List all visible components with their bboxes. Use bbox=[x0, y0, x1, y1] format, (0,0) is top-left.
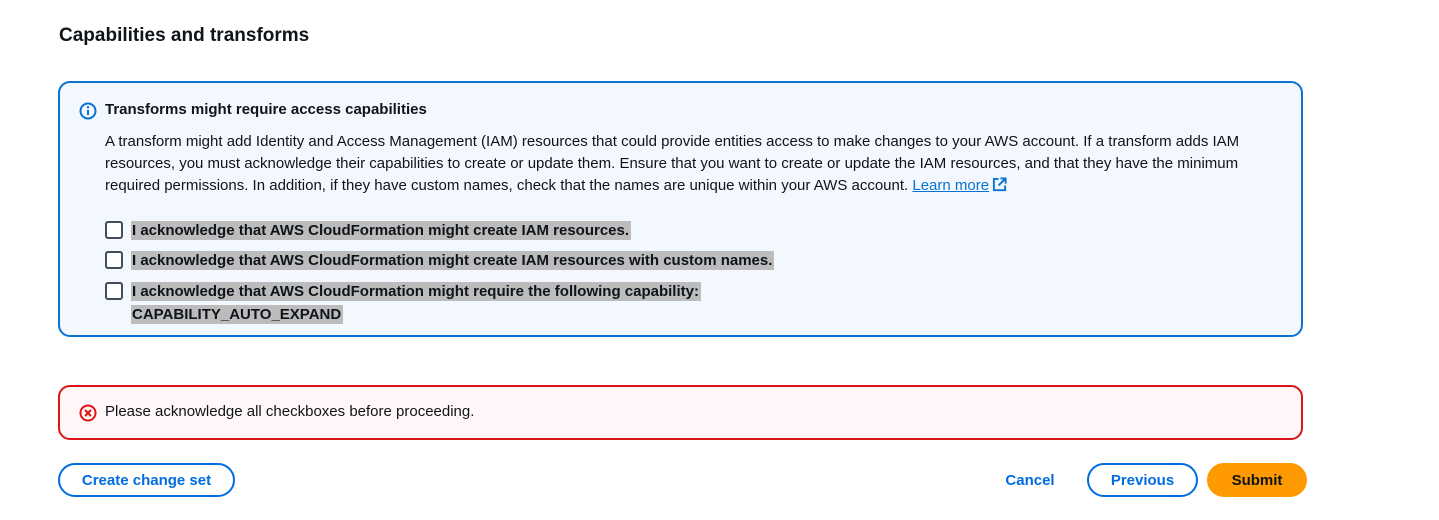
info-alert-title: Transforms might require access capabili… bbox=[105, 101, 427, 118]
checkbox-label[interactable]: I acknowledge that AWS CloudFormation mi… bbox=[131, 280, 701, 326]
checkbox-row-iam[interactable]: I acknowledge that AWS CloudFormation mi… bbox=[105, 219, 632, 242]
previous-button[interactable]: Previous bbox=[1087, 463, 1198, 497]
checkbox-label-text[interactable]: I acknowledge that AWS CloudFormation mi… bbox=[131, 251, 775, 270]
submit-button[interactable]: Submit bbox=[1207, 463, 1307, 497]
checkbox-iam-resources[interactable] bbox=[105, 221, 123, 239]
cancel-button[interactable]: Cancel bbox=[994, 463, 1066, 497]
learn-more-label[interactable]: Learn more bbox=[912, 177, 989, 194]
checkbox-auto-expand[interactable] bbox=[105, 282, 123, 300]
checkbox-label-text[interactable]: I acknowledge that AWS CloudFormation mi… bbox=[131, 221, 632, 240]
checkbox-label-capability[interactable]: CAPABILITY_AUTO_EXPAND bbox=[131, 305, 344, 324]
learn-more-link[interactable]: Learn more bbox=[912, 177, 1007, 194]
checkbox-label[interactable]: I acknowledge that AWS CloudFormation mi… bbox=[131, 249, 775, 272]
external-link-icon[interactable] bbox=[992, 177, 1007, 192]
error-circle-icon bbox=[79, 404, 97, 422]
checkbox-label[interactable]: I acknowledge that AWS CloudFormation mi… bbox=[131, 219, 632, 242]
info-alert-body: A transform might add Identity and Acces… bbox=[105, 131, 1285, 197]
info-alert-text: A transform might add Identity and Acces… bbox=[105, 133, 1240, 194]
checkbox-row-custom-names[interactable]: I acknowledge that AWS CloudFormation mi… bbox=[105, 249, 775, 272]
error-message: Please acknowledge all checkboxes before… bbox=[105, 403, 475, 420]
checkbox-row-auto-expand[interactable]: I acknowledge that AWS CloudFormation mi… bbox=[105, 280, 701, 326]
checkbox-custom-names[interactable] bbox=[105, 251, 123, 269]
checkbox-label-text[interactable]: I acknowledge that AWS CloudFormation mi… bbox=[131, 282, 701, 301]
error-alert: Please acknowledge all checkboxes before… bbox=[58, 385, 1303, 440]
info-alert: Transforms might require access capabili… bbox=[58, 81, 1303, 337]
section-title: Capabilities and transforms bbox=[59, 25, 310, 46]
info-circle-icon bbox=[79, 102, 97, 120]
capabilities-page: Capabilities and transforms Transforms m… bbox=[0, 0, 1439, 520]
create-change-set-button[interactable]: Create change set bbox=[58, 463, 235, 497]
